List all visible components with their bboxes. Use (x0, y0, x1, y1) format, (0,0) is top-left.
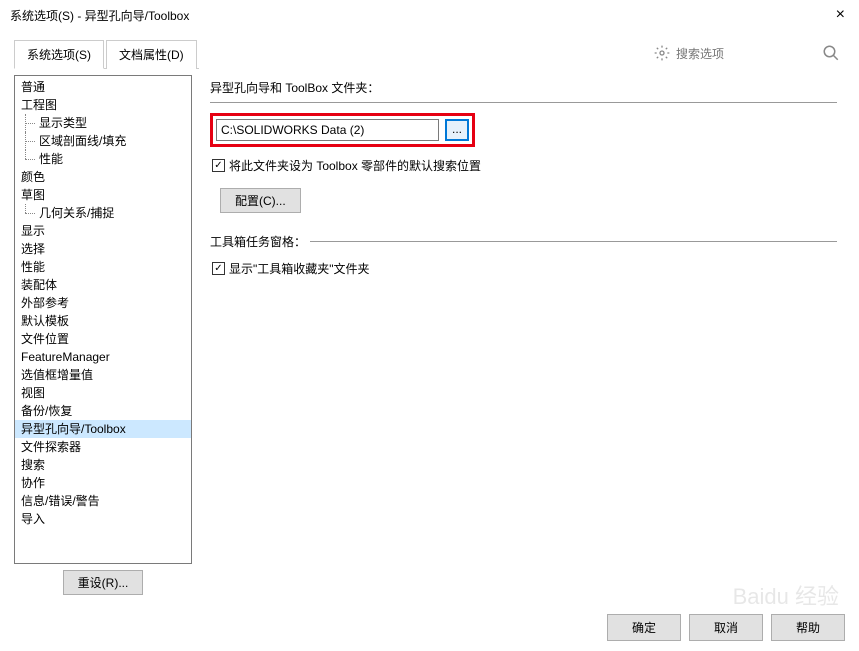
tree-item[interactable]: 几何关系/捕捉 (15, 204, 191, 222)
ok-button[interactable]: 确定 (607, 614, 681, 641)
tree-item[interactable]: 协作 (15, 474, 191, 492)
tree-item[interactable]: 装配体 (15, 276, 191, 294)
tree-item[interactable]: 导入 (15, 510, 191, 528)
default-search-label: 将此文件夹设为 Toolbox 零部件的默认搜索位置 (229, 157, 481, 174)
close-button[interactable]: × (832, 6, 849, 24)
tree-item[interactable]: 异型孔向导/Toolbox (15, 420, 191, 438)
default-search-checkbox[interactable]: ✓ (212, 159, 225, 172)
window-title: 系统选项(S) - 异型孔向导/Toolbox (10, 7, 189, 24)
dialog-footer: 确定 取消 帮助 (607, 614, 845, 641)
tab-system-options[interactable]: 系统选项(S) (14, 40, 104, 69)
toolbox-folder-input[interactable] (216, 119, 439, 141)
options-tree[interactable]: 普通工程图显示类型区域剖面线/填充性能颜色草图几何关系/捕捉显示选择性能装配体外… (14, 75, 192, 564)
show-favorites-checkbox[interactable]: ✓ (212, 262, 225, 275)
tree-item[interactable]: 普通 (15, 78, 191, 96)
tree-item[interactable]: 搜索 (15, 456, 191, 474)
tree-item[interactable]: 选择 (15, 240, 191, 258)
tree-item[interactable]: 性能 (15, 258, 191, 276)
show-favorites-label: 显示"工具箱收藏夹"文件夹 (229, 260, 370, 277)
tree-item[interactable]: 区域剖面线/填充 (15, 132, 191, 150)
configure-button[interactable]: 配置(C)... (220, 188, 301, 213)
tree-item[interactable]: 文件位置 (15, 330, 191, 348)
tree-item[interactable]: FeatureManager (15, 348, 191, 366)
options-content: 异型孔向导和 ToolBox 文件夹： ... ✓ 将此文件夹设为 Toolbo… (202, 75, 845, 601)
tree-item[interactable]: 外部参考 (15, 294, 191, 312)
cancel-button[interactable]: 取消 (689, 614, 763, 641)
tree-item[interactable]: 文件探索器 (15, 438, 191, 456)
tree-item[interactable]: 草图 (15, 186, 191, 204)
tree-item[interactable]: 工程图 (15, 96, 191, 114)
tree-item[interactable]: 信息/错误/警告 (15, 492, 191, 510)
tree-item[interactable]: 备份/恢复 (15, 402, 191, 420)
tree-item[interactable]: 显示类型 (15, 114, 191, 132)
reset-button[interactable]: 重设(R)... (63, 570, 144, 595)
tree-item[interactable]: 选值框增量值 (15, 366, 191, 384)
taskpane-group-label: 工具箱任务窗格： (210, 233, 310, 250)
folder-path-highlighted: ... (210, 113, 475, 147)
search-icon[interactable] (822, 44, 840, 65)
tree-item[interactable]: 显示 (15, 222, 191, 240)
tree-item[interactable]: 性能 (15, 150, 191, 168)
tab-document-properties[interactable]: 文档属性(D) (106, 40, 197, 69)
gear-icon[interactable] (654, 45, 670, 64)
folder-group-label: 异型孔向导和 ToolBox 文件夹： (210, 79, 837, 96)
help-button[interactable]: 帮助 (771, 614, 845, 641)
search-input[interactable] (676, 47, 816, 61)
search-options (649, 41, 845, 68)
browse-button[interactable]: ... (445, 119, 469, 141)
tree-item[interactable]: 视图 (15, 384, 191, 402)
tree-item[interactable]: 颜色 (15, 168, 191, 186)
tab-bar: 系统选项(S) 文档属性(D) (14, 39, 199, 69)
tree-item[interactable]: 默认模板 (15, 312, 191, 330)
